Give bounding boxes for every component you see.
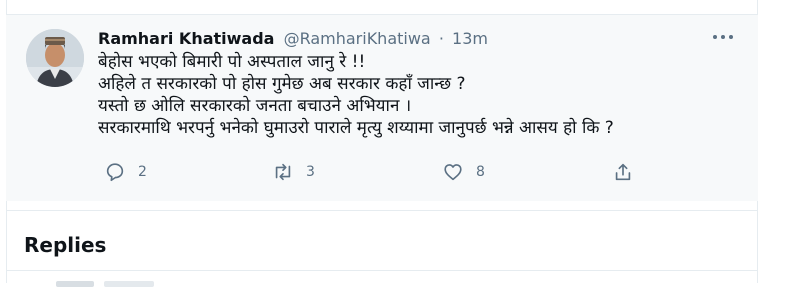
tweet-actions: 2 3 8 (98, 161, 658, 191)
like-button[interactable]: 8 (442, 161, 485, 183)
like-count: 8 (476, 164, 485, 180)
separator-dot: · (438, 29, 444, 48)
tweet-line: सरकारमाथि भरपर्नु भनेको घुमाउरो पाराले म… (98, 118, 614, 138)
heart-icon (444, 164, 462, 181)
retweet-count: 3 (306, 164, 315, 180)
next-reply-preview[interactable] (56, 281, 94, 287)
reply-bubble-icon (106, 163, 124, 182)
tweet-line: यस्तो छ ओलि सरकारको जनता बचाउने अभियान । (98, 96, 412, 116)
tweet-line: अहिले त सरकारको पो होस गुमेछ अब सरकार कह… (98, 74, 466, 94)
replies-heading: Replies (24, 233, 107, 257)
retweet-button[interactable]: 3 (272, 161, 315, 183)
share-icon (615, 163, 631, 181)
more-horizontal-icon[interactable] (710, 27, 736, 47)
replies-section: Replies (6, 210, 758, 287)
tweet-card[interactable]: Ramhari Khatiwada @RamhariKhatiwa · 13m … (6, 14, 758, 201)
avatar[interactable] (26, 29, 84, 87)
reply-button[interactable]: 2 (104, 161, 147, 183)
tweet-header: Ramhari Khatiwada @RamhariKhatiwa · 13m (98, 29, 488, 49)
retweet-icon (275, 163, 291, 181)
next-reply-preview[interactable] (104, 281, 154, 287)
timestamp[interactable]: 13m (452, 29, 488, 48)
share-button[interactable] (612, 161, 634, 183)
tweet-text: बेहोस भएको बिमारी पो अस्पताल जानु रे !! … (98, 51, 748, 139)
tweet-line: बेहोस भएको बिमारी पो अस्पताल जानु रे !! (98, 52, 366, 72)
divider (6, 270, 758, 271)
author-handle[interactable]: @RamhariKhatiwa (284, 29, 431, 48)
reply-count: 2 (138, 164, 147, 180)
author-name[interactable]: Ramhari Khatiwada (98, 29, 274, 48)
